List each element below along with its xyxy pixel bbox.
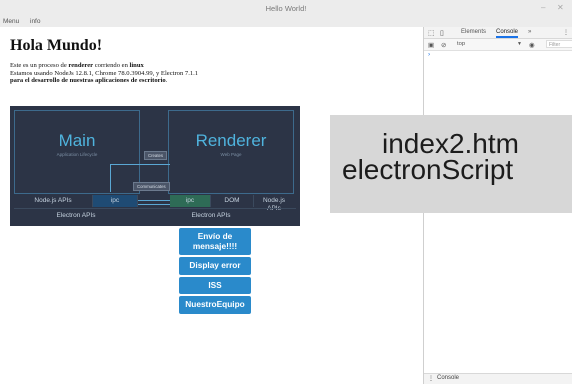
renderer-text: renderer bbox=[68, 62, 94, 69]
node-apis-right-line2: APIs bbox=[254, 205, 294, 213]
more-tabs-icon[interactable]: » bbox=[528, 29, 531, 35]
intro-bold-text: para el desarrollo de nuestras aplicacio… bbox=[10, 77, 166, 84]
menu-item-menu[interactable]: Menu bbox=[3, 18, 19, 25]
diagram-main-subtitle: Application Lifecycle bbox=[56, 152, 98, 157]
communicates-arrow-top bbox=[135, 200, 175, 201]
menu-item-info[interactable]: info bbox=[30, 18, 40, 25]
creates-arrow-vertical bbox=[110, 164, 111, 192]
drawer-menu-icon[interactable]: ⋮ bbox=[428, 375, 434, 382]
intro-text: Este es un proceso de bbox=[10, 62, 69, 69]
nuestro-equipo-button[interactable]: NuestroEquipo bbox=[179, 296, 251, 314]
ipc-renderer-cell: ipc bbox=[170, 195, 211, 207]
devtools-tabbar: ⬚ ▯ Elements Console » ⋮ bbox=[424, 27, 572, 39]
devtools-menu-icon[interactable]: ⋮ bbox=[563, 29, 569, 36]
minimize-icon[interactable]: – bbox=[541, 3, 545, 12]
intro-line-1: Este es un proceso de renderer corriendo… bbox=[10, 62, 420, 70]
diagram-main-pane: Main Application Lifecycle bbox=[14, 110, 140, 194]
electron-apis-main: Electron APIs bbox=[56, 212, 96, 219]
inspect-element-icon[interactable]: ⬚ bbox=[428, 29, 435, 37]
tab-console[interactable]: Console bbox=[496, 29, 519, 38]
tab-elements[interactable]: Elements bbox=[461, 29, 486, 35]
console-drawer: ⋮ Console bbox=[424, 373, 572, 384]
menubar: Menu info bbox=[0, 17, 572, 27]
console-prompt-icon[interactable]: › bbox=[428, 51, 430, 58]
intro-text: . bbox=[165, 77, 168, 84]
intro-line-3: para el desarrollo de nuestras aplicacio… bbox=[10, 77, 420, 85]
communicates-arrow-bottom bbox=[135, 204, 175, 205]
window-title: Hello World! bbox=[265, 4, 307, 13]
live-expression-eye-icon[interactable]: ◉ bbox=[529, 41, 535, 49]
overlay-text-box: index2.htm electronScript bbox=[330, 115, 572, 213]
node-apis-right-line1: Node.js bbox=[262, 197, 286, 204]
intro-text: corriendo en bbox=[93, 62, 130, 69]
sidebar-toggle-icon[interactable]: ▣ bbox=[428, 41, 434, 49]
communicates-label: Communicates bbox=[133, 182, 170, 191]
platform-text: linux bbox=[129, 62, 144, 69]
drawer-title: Console bbox=[437, 375, 460, 381]
console-filter-input[interactable]: Filter bbox=[546, 40, 572, 48]
creates-label: Creates bbox=[144, 151, 168, 160]
window-titlebar: Hello World! – ✕ bbox=[0, 0, 572, 17]
context-selector[interactable]: top bbox=[457, 41, 465, 47]
ipc-main-cell: ipc bbox=[93, 195, 138, 207]
diagram-main-title: Main bbox=[58, 131, 96, 150]
diagram-renderer-pane: Renderer Web Page bbox=[168, 110, 294, 194]
creates-arrow-horizontal bbox=[110, 164, 170, 165]
intro-line-2: Estamos usando NodeJs 12.8.1, Chrome 78.… bbox=[10, 69, 199, 77]
node-apis-left-cell: Node.js APIs bbox=[14, 195, 93, 207]
page-heading: Hola Mundo! bbox=[10, 37, 103, 54]
send-message-button[interactable]: Envío de mensaje!!!! bbox=[179, 228, 251, 255]
electron-apis-renderer: Electron APIs bbox=[191, 212, 231, 219]
overlay-line-2: electronScript bbox=[342, 154, 514, 185]
device-toolbar-icon[interactable]: ▯ bbox=[440, 29, 444, 37]
diagram-renderer-subtitle: Web Page bbox=[220, 152, 242, 157]
clear-console-icon[interactable]: ⊘ bbox=[441, 41, 446, 49]
electron-architecture-diagram: Main Application Lifecycle Renderer Web … bbox=[10, 106, 300, 226]
diagram-renderer-title: Renderer bbox=[195, 131, 267, 150]
console-toolbar: ▣ ⊘ top ▼ ◉ Filter bbox=[424, 39, 572, 51]
intro-paragraph: Este es un proceso de renderer corriendo… bbox=[10, 62, 420, 85]
dom-cell: DOM bbox=[211, 195, 254, 207]
send-message-label-2: mensaje!!!! bbox=[192, 240, 238, 251]
iss-button[interactable]: ISS bbox=[179, 277, 251, 294]
close-icon[interactable]: ✕ bbox=[557, 3, 564, 12]
display-error-button[interactable]: Display error bbox=[179, 257, 251, 275]
context-dropdown-icon[interactable]: ▼ bbox=[517, 41, 522, 47]
